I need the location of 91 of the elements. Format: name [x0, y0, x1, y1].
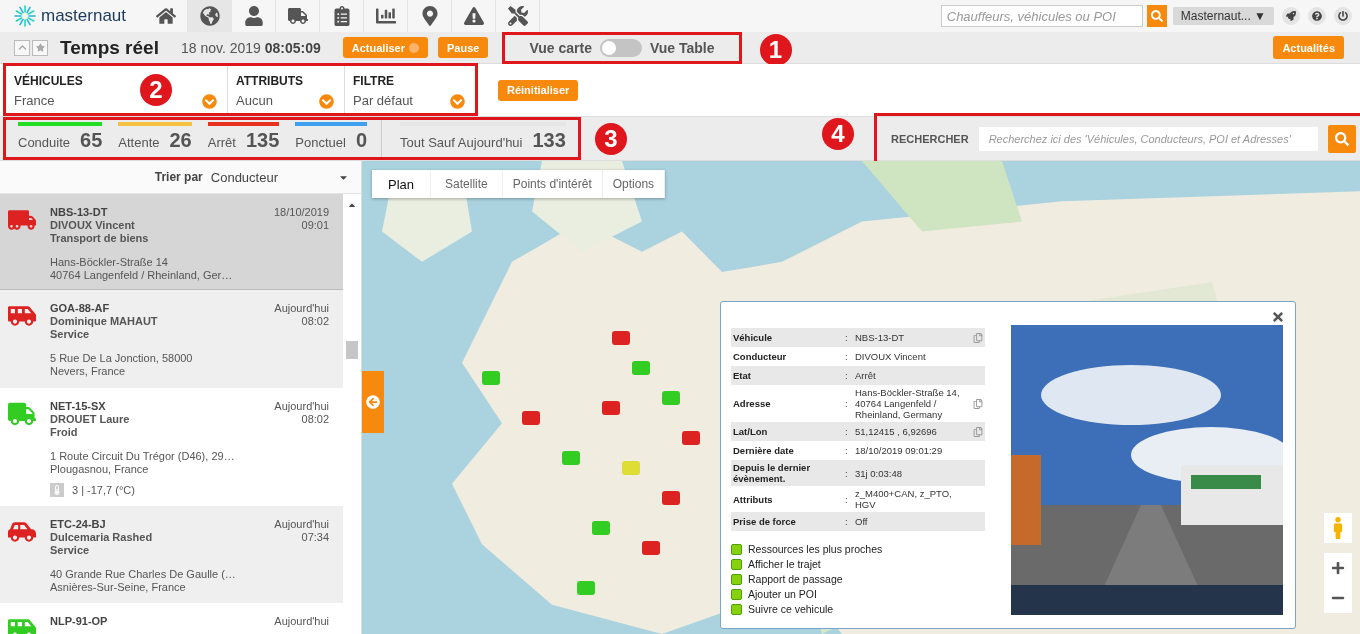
vehicle-activity: Froid — [50, 426, 79, 439]
vehicle-plate: NBS-13-DT — [50, 206, 109, 219]
driver-name: DROUET Laure — [50, 413, 131, 426]
vehicle-address: 1 Route Circuit Du Trégor (D46), 29… — [50, 450, 236, 463]
callout-number: 4 — [822, 117, 854, 150]
vehicle-address: 5 Rue De La Jonction, 58000 — [50, 352, 194, 365]
globe-icon — [199, 6, 220, 26]
vehicle-time: 07:34 — [301, 531, 330, 544]
status-count: 26 — [169, 129, 192, 152]
driver-name: DIVOUX Vincent — [50, 219, 136, 232]
power-button[interactable] — [1334, 7, 1352, 25]
warning-icon — [463, 6, 484, 26]
vehicle-activity: Transport de biens — [50, 232, 150, 245]
tools-icon — [507, 6, 528, 26]
status-count: 133 — [532, 129, 566, 152]
timer-icon — [409, 42, 419, 53]
dropdown-icon — [450, 94, 465, 109]
vehicle-date: 18/10/2019 — [274, 206, 330, 219]
vehicle-date: Aujourd'hui — [274, 615, 330, 628]
vehicle-address: Hans-Böckler-Straße 14 — [50, 256, 169, 269]
driver-name: Dulcemaria Rashed — [50, 531, 154, 544]
vehicle-address: 40764 Langenfeld / Rheinland, Ger… — [50, 269, 234, 282]
vehicle-plate: NET-15-SX — [50, 400, 107, 413]
search-field[interactable]: Recherchez ici des 'Véhicules, Conducteurs, POI et Adresses' — [978, 126, 1319, 151]
dropdown-icon — [202, 94, 217, 109]
vehicle-date: Aujourd'hui — [274, 518, 330, 531]
sensor-reading: 3 | -17,7 (°C) — [72, 483, 135, 497]
status-count: 0 — [355, 129, 367, 152]
help-icon — [1312, 11, 1322, 21]
rocket-icon — [1286, 11, 1296, 21]
driver-name: Dominique MAHAUT — [50, 315, 159, 328]
brand-name: masternaut — [41, 6, 127, 26]
current-datetime: 18 nov. 2019 08:05:09 — [180, 39, 321, 56]
search-button[interactable] — [1146, 5, 1167, 27]
status-label: Ponctuel — [295, 135, 346, 150]
vehicle-list-item[interactable]: ETC-24-BJ Dulcemaria Rashed Service 40 Grande Rue Charles De Gaulle (… Asnières-Sur-Seine, France Aujourd'hui 07:34 — [0, 506, 344, 603]
page-title: Temps réel — [60, 36, 159, 59]
search-icon — [1335, 131, 1349, 146]
map-view-label: Vue carte — [529, 39, 592, 56]
scroll-thumb[interactable] — [346, 341, 359, 359]
logo-icon — [14, 5, 36, 27]
vehicle-time: 09:01 — [301, 219, 330, 232]
power-icon — [1338, 11, 1348, 21]
vehicle-address: 40 Grande Rue Charles De Gaulle (… — [50, 568, 237, 581]
vehicle-date: Aujourd'hui — [274, 400, 330, 413]
status-label: Arrêt — [207, 135, 236, 150]
search-button[interactable] — [1328, 124, 1356, 153]
vehicle-address: Asnières-Sur-Seine, France — [50, 581, 187, 594]
status-count: 65 — [80, 129, 103, 152]
view-switch[interactable] — [599, 38, 642, 57]
vehicle-date: Aujourd'hui — [274, 302, 330, 315]
chevron-up-icon — [17, 43, 27, 52]
vehicle-address: Plougasnou, France — [50, 463, 150, 476]
vehicle-plate: NLP-91-OP — [50, 615, 109, 628]
status-count: 135 — [245, 129, 280, 152]
truck-icon — [287, 6, 308, 26]
callout-number: 1 — [759, 33, 792, 66]
dropdown-icon — [319, 94, 334, 109]
status-label: Conduite — [18, 135, 71, 150]
vehicle-address: Nevers, France — [50, 365, 127, 378]
table-view-label: Vue Table — [649, 39, 715, 56]
search-label: RECHERCHER — [891, 132, 969, 145]
help-button[interactable] — [1308, 7, 1326, 25]
sort-dropdown[interactable]: Conducteur — [210, 169, 349, 185]
account-menu[interactable]: Masternaut... ▼ — [1172, 7, 1274, 25]
filter-dropdown[interactable]: FILTRE Par défaut — [345, 66, 475, 113]
user-icon — [243, 6, 264, 26]
chart-icon — [375, 6, 396, 26]
callout-number: 3 — [594, 122, 627, 155]
filter-dropdown[interactable]: ATTRIBUTS Aucun — [228, 66, 345, 113]
vehicle-activity: Service — [50, 328, 91, 341]
star-icon — [35, 43, 45, 52]
vehicle-list-item[interactable]: GOA-88-AF Dominique MAHAUT Service 5 Rue De La Jonction, 58000 Nevers, France Aujourd'hui 08:02 — [0, 290, 344, 388]
vehicle-plate: ETC-24-BJ — [50, 518, 107, 531]
status-label: Attente — [118, 135, 160, 150]
home-icon — [155, 6, 176, 26]
vehicle-activity: Service — [50, 544, 91, 557]
collapse-button[interactable] — [14, 39, 30, 56]
search-icon — [1150, 10, 1163, 22]
status-label: Tout Sauf Aujourd'hui — [400, 135, 523, 150]
vehicle-time: 08:02 — [301, 413, 330, 426]
pin-icon — [419, 6, 440, 26]
vehicle-list-item[interactable]: NBS-13-DT DIVOUX Vincent Transport de biens Hans-Böckler-Straße 14 40764 Langenfeld / Rheinland, Ger… 18/10/2019 09:01 — [0, 194, 344, 290]
vehicle-time: 08:02 — [301, 315, 330, 328]
vehicle-plate: GOA-88-AF — [50, 302, 111, 315]
search-field[interactable]: Chauffeurs, véhicules ou POI — [940, 5, 1143, 27]
sort-label: Trier par — [154, 170, 203, 184]
globe-nav-tab[interactable] — [188, 0, 232, 32]
rocket-button[interactable] — [1282, 7, 1300, 25]
favorite-button[interactable] — [32, 39, 48, 56]
callout-number: 2 — [140, 74, 172, 106]
